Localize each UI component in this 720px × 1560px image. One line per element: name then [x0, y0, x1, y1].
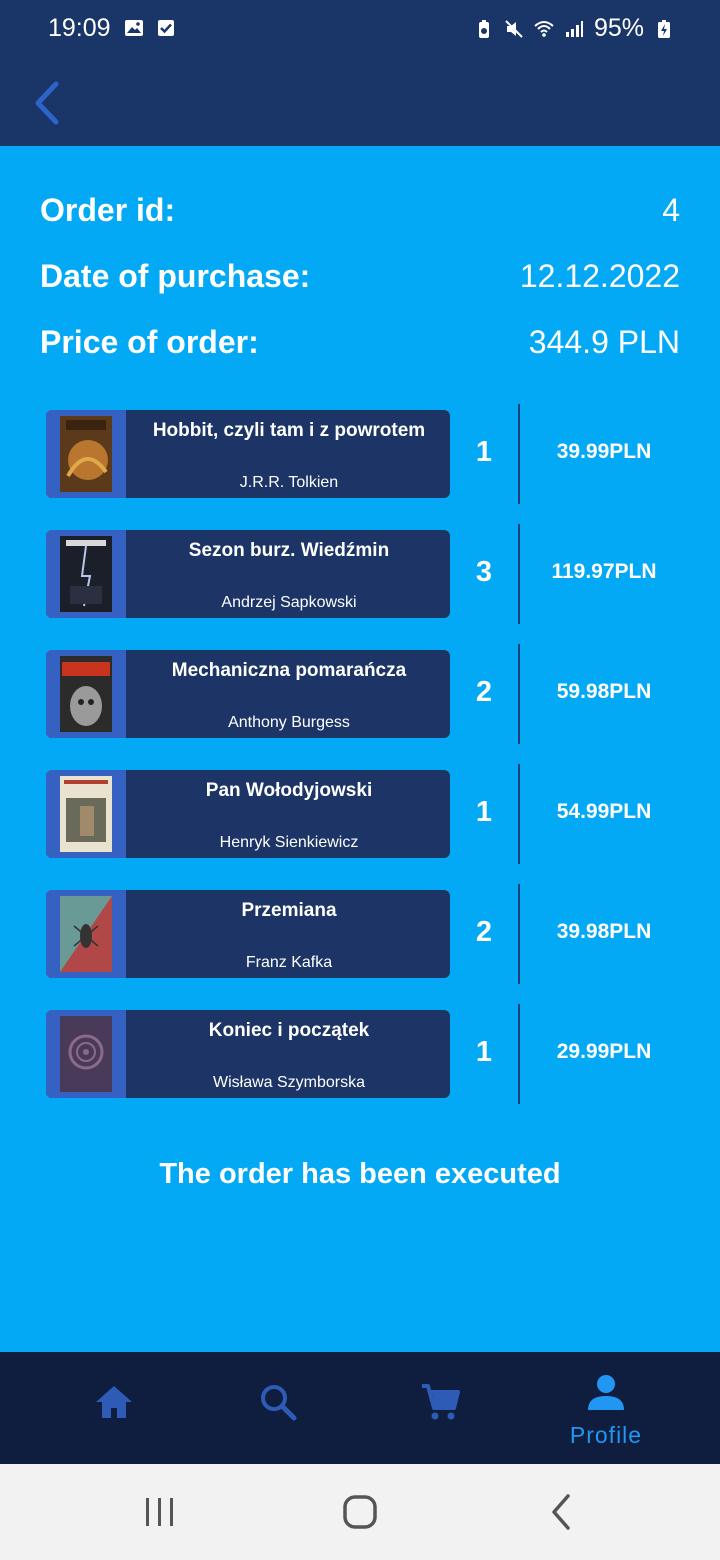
order-item[interactable]: Przemiana Franz Kafka 2 39.98PLN — [46, 884, 686, 984]
nav-search[interactable] — [188, 1352, 368, 1464]
book-cover-image — [60, 656, 112, 732]
book-cover — [60, 896, 112, 972]
item-price: 39.99PLN — [556, 440, 652, 463]
signal-icon — [565, 20, 583, 37]
column-divider — [518, 524, 520, 624]
book-author: Wisława Szymborska — [212, 1074, 366, 1091]
book-cover — [60, 416, 112, 492]
book-cover-image — [60, 416, 112, 492]
order-details: Order id: 4 Date of purchase: 12.12.2022… — [0, 146, 720, 1352]
order-status-message: The order has been executed — [159, 1158, 561, 1190]
book-cover-image — [60, 1016, 112, 1092]
item-quantity: 2 — [475, 676, 493, 708]
book-card[interactable]: Mechaniczna pomarańcza Anthony Burgess — [46, 650, 450, 738]
book-card[interactable]: Koniec i początek Wisława Szymborska — [46, 1010, 450, 1098]
battery-charging-icon — [658, 19, 670, 38]
book-title: Sezon burz. Wiedźmin — [188, 540, 390, 561]
cover-frame — [46, 1010, 126, 1098]
book-author: J.R.R. Tolkien — [239, 474, 339, 491]
book-cover — [60, 776, 112, 852]
purchase-date-label: Date of purchase: — [40, 258, 311, 294]
mute-icon — [505, 19, 523, 38]
column-divider — [518, 1004, 520, 1104]
bottom-nav: Profile — [0, 1352, 720, 1464]
book-title: Mechaniczna pomarańcza — [171, 660, 407, 681]
purchase-date-row: Date of purchase: 12.12.2022 — [40, 258, 680, 308]
book-cover-image — [60, 776, 112, 852]
battery-saver-icon — [478, 19, 489, 38]
cover-frame — [46, 770, 126, 858]
home-icon[interactable] — [94, 1382, 134, 1422]
book-cover-image — [60, 896, 112, 972]
book-title: Koniec i początek — [208, 1020, 370, 1041]
column-divider — [518, 644, 520, 744]
order-item[interactable]: Pan Wołodyjowski Henryk Sienkiewicz 1 54… — [46, 764, 686, 864]
book-title: Pan Wołodyjowski — [205, 780, 373, 801]
status-bar: 19:09 95% — [0, 0, 720, 60]
item-price: 54.99PLN — [556, 800, 652, 823]
book-author: Andrzej Sapkowski — [221, 594, 357, 611]
column-divider — [518, 404, 520, 504]
item-price: 39.98PLN — [556, 920, 652, 943]
order-item[interactable]: Sezon burz. Wiedźmin Andrzej Sapkowski 3… — [46, 524, 686, 624]
person-icon[interactable] — [586, 1372, 626, 1412]
order-item[interactable]: Mechaniczna pomarańcza Anthony Burgess 2… — [46, 644, 686, 744]
home-button-icon[interactable] — [340, 1492, 380, 1532]
image-icon — [125, 20, 143, 36]
nav-cart[interactable] — [350, 1352, 530, 1464]
book-title: Hobbit, czyli tam i z powrotem — [152, 420, 426, 441]
book-title: Przemiana — [241, 900, 337, 921]
item-quantity: 1 — [475, 436, 493, 468]
book-cover-image — [60, 536, 112, 612]
wifi-icon — [534, 20, 554, 37]
column-divider — [518, 764, 520, 864]
book-card[interactable]: Sezon burz. Wiedźmin Andrzej Sapkowski — [46, 530, 450, 618]
order-price-row: Price of order: 344.9 PLN — [40, 324, 680, 374]
cover-frame — [46, 530, 126, 618]
book-author: Henryk Sienkiewicz — [219, 834, 359, 851]
book-card[interactable]: Hobbit, czyli tam i z powrotem J.R.R. To… — [46, 410, 450, 498]
cover-frame — [46, 410, 126, 498]
item-price: 59.98PLN — [556, 680, 652, 703]
book-card[interactable]: Przemiana Franz Kafka — [46, 890, 450, 978]
book-author: Anthony Burgess — [228, 714, 350, 731]
status-time: 19:09 — [48, 14, 111, 42]
item-quantity: 1 — [475, 796, 493, 828]
cart-icon[interactable] — [420, 1382, 460, 1422]
order-item[interactable]: Koniec i początek Wisława Szymborska 1 2… — [46, 1004, 686, 1104]
recent-apps-icon[interactable] — [140, 1492, 180, 1532]
order-id-value: 4 — [662, 192, 680, 228]
system-nav-bar — [0, 1464, 720, 1560]
order-id-label: Order id: — [40, 192, 176, 228]
item-quantity: 3 — [475, 556, 493, 588]
check-box-icon — [158, 20, 174, 36]
book-cover — [60, 1016, 112, 1092]
book-author: Franz Kafka — [245, 954, 333, 971]
back-icon[interactable] — [542, 1492, 582, 1532]
search-icon[interactable] — [258, 1382, 298, 1422]
app-bar — [0, 60, 720, 146]
order-price-label: Price of order: — [40, 324, 259, 360]
item-price: 119.97PLN — [551, 560, 657, 583]
order-id-row: Order id: 4 — [40, 192, 680, 242]
book-card[interactable]: Pan Wołodyjowski Henryk Sienkiewicz — [46, 770, 450, 858]
order-price-value: 344.9 PLN — [528, 324, 680, 360]
order-item[interactable]: Hobbit, czyli tam i z powrotem J.R.R. To… — [46, 404, 686, 504]
nav-profile[interactable]: Profile — [516, 1352, 696, 1464]
chevron-left-icon[interactable] — [26, 78, 70, 128]
book-cover — [60, 656, 112, 732]
nav-profile-label[interactable]: Profile — [516, 1422, 696, 1449]
column-divider — [518, 884, 520, 984]
item-quantity: 1 — [475, 1036, 493, 1068]
nav-home[interactable] — [24, 1352, 204, 1464]
battery-percent: 95% — [593, 14, 644, 42]
item-quantity: 2 — [475, 916, 493, 948]
item-price: 29.99PLN — [556, 1040, 652, 1063]
cover-frame — [46, 650, 126, 738]
purchase-date-value: 12.12.2022 — [519, 258, 680, 294]
cover-frame — [46, 890, 126, 978]
book-cover — [60, 536, 112, 612]
